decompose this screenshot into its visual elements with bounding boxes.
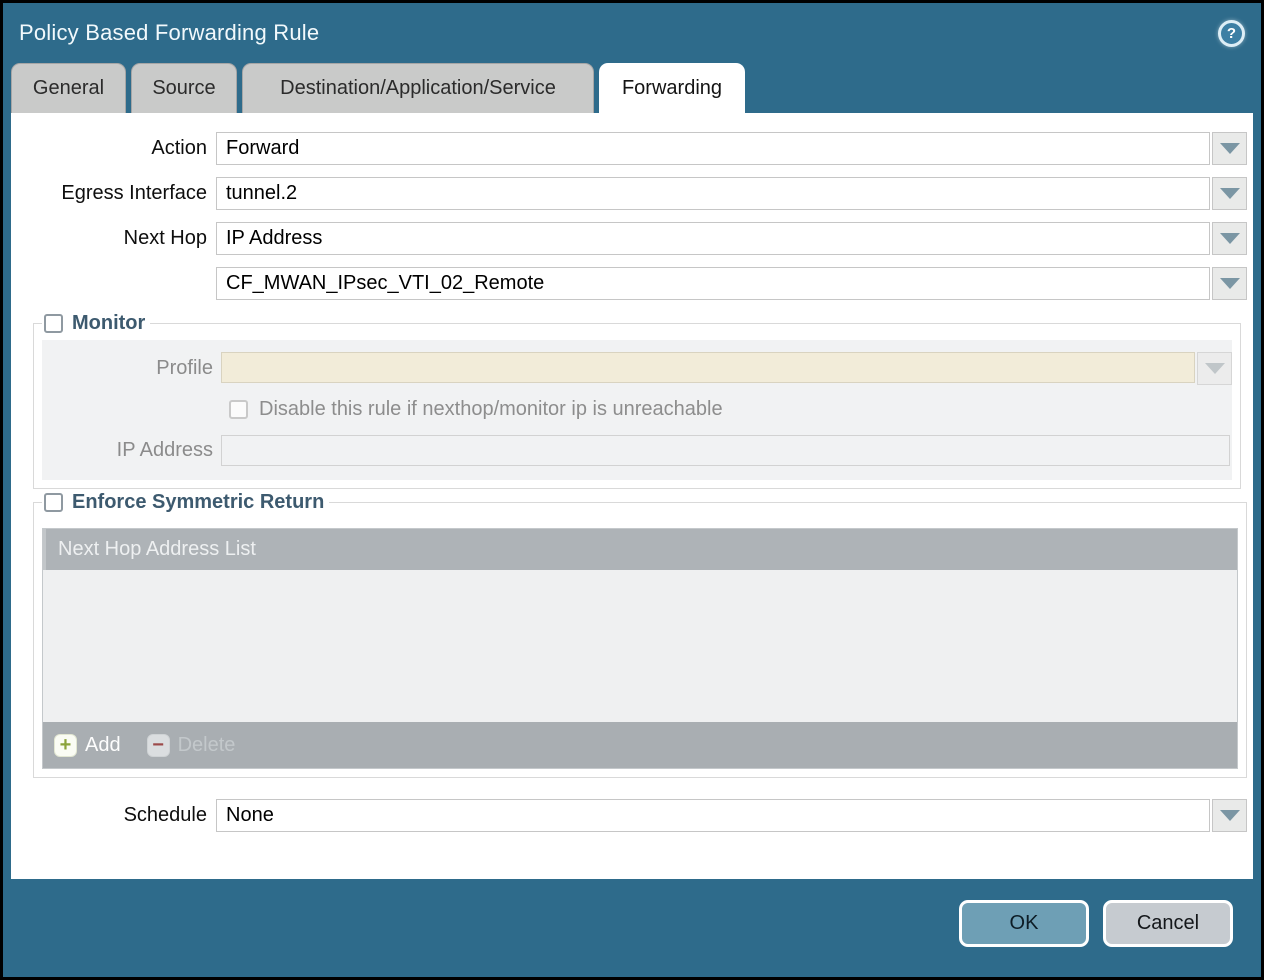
profile-label: Profile — [42, 357, 221, 380]
symmetric-return-section: Enforce Symmetric Return Next Hop Addres… — [33, 491, 1247, 778]
monitor-ip-address-input — [221, 435, 1230, 466]
schedule-label: Schedule — [11, 804, 216, 827]
tab-forwarding[interactable]: Forwarding — [599, 63, 745, 113]
egress-interface-dropdown: tunnel.2 — [216, 177, 1247, 210]
chevron-down-icon — [1220, 810, 1240, 821]
monitor-title: Monitor — [72, 312, 145, 335]
plus-icon: + — [54, 734, 77, 757]
monitor-legend: Monitor — [42, 312, 150, 335]
monitor-ip-address-label: IP Address — [42, 439, 221, 462]
egress-interface-label: Egress Interface — [11, 182, 216, 205]
schedule-row: Schedule None — [11, 799, 1253, 832]
pbf-rule-dialog: { "window": { "title": "Policy Based For… — [0, 0, 1264, 980]
egress-interface-value[interactable]: tunnel.2 — [216, 177, 1210, 210]
next-hop-type-dropdown-button[interactable] — [1212, 222, 1247, 255]
help-icon[interactable]: ? — [1218, 20, 1245, 47]
chevron-down-icon — [1220, 143, 1240, 154]
schedule-dropdown-button[interactable] — [1212, 799, 1247, 832]
chevron-down-icon — [1220, 233, 1240, 244]
table-toolbar: + Add − Delete — [43, 722, 1237, 768]
delete-button-label: Delete — [178, 734, 236, 757]
profile-value — [221, 352, 1195, 383]
chevron-down-icon — [1220, 188, 1240, 199]
next-hop-label: Next Hop — [11, 227, 216, 250]
next-hop-address-value[interactable]: CF_MWAN_IPsec_VTI_02_Remote — [216, 267, 1210, 300]
egress-interface-dropdown-button[interactable] — [1212, 177, 1247, 210]
egress-interface-row: Egress Interface tunnel.2 — [11, 177, 1253, 210]
tab-source[interactable]: Source — [131, 63, 237, 113]
monitor-checkbox[interactable] — [44, 314, 63, 333]
action-dropdown: Forward — [216, 132, 1247, 165]
profile-row: Profile — [42, 352, 1232, 385]
next-hop-address-list-table: Next Hop Address List + Add − Delete — [42, 528, 1238, 769]
schedule-dropdown: None — [216, 799, 1247, 832]
monitor-panel: Profile Disable this rule if nexthop/mon… — [42, 340, 1232, 480]
next-hop-address-row: CF_MWAN_IPsec_VTI_02_Remote — [11, 267, 1253, 300]
disable-rule-label: Disable this rule if nexthop/monitor ip … — [259, 398, 723, 421]
tab-general[interactable]: General — [11, 63, 126, 113]
add-button-label: Add — [85, 734, 121, 757]
dialog-titlebar: Policy Based Forwarding Rule ? — [3, 3, 1261, 63]
disable-rule-checkbox — [229, 400, 248, 419]
next-hop-type-dropdown: IP Address — [216, 222, 1247, 255]
forwarding-tab-panel: Action Forward Egress Interface tunnel.2… — [11, 113, 1253, 879]
profile-dropdown — [221, 352, 1232, 385]
action-row: Action Forward — [11, 132, 1253, 165]
next-hop-address-dropdown-button[interactable] — [1212, 267, 1247, 300]
profile-dropdown-button — [1197, 352, 1232, 385]
action-value[interactable]: Forward — [216, 132, 1210, 165]
symmetric-return-title: Enforce Symmetric Return — [72, 491, 324, 514]
delete-button: − Delete — [147, 734, 236, 757]
tab-bar: General Source Destination/Application/S… — [11, 63, 1261, 113]
symmetric-return-checkbox[interactable] — [44, 493, 63, 512]
next-hop-address-list-header: Next Hop Address List — [43, 529, 1237, 570]
action-dropdown-button[interactable] — [1212, 132, 1247, 165]
dialog-footer: OK Cancel — [3, 879, 1261, 968]
action-label: Action — [11, 137, 216, 160]
symmetric-return-legend: Enforce Symmetric Return — [42, 491, 329, 514]
disable-rule-row: Disable this rule if nexthop/monitor ip … — [229, 398, 1232, 421]
minus-icon: − — [147, 734, 170, 757]
chevron-down-icon — [1205, 363, 1225, 374]
ok-button[interactable]: OK — [959, 900, 1089, 947]
next-hop-row: Next Hop IP Address — [11, 222, 1253, 255]
dialog-title: Policy Based Forwarding Rule — [19, 20, 319, 46]
next-hop-type-value[interactable]: IP Address — [216, 222, 1210, 255]
cancel-button[interactable]: Cancel — [1103, 900, 1233, 947]
monitor-section: Monitor Profile Disable this rule if nex… — [33, 312, 1241, 489]
monitor-ip-address-row: IP Address — [42, 435, 1232, 466]
schedule-value[interactable]: None — [216, 799, 1210, 832]
next-hop-address-dropdown: CF_MWAN_IPsec_VTI_02_Remote — [216, 267, 1247, 300]
next-hop-address-list-body[interactable] — [43, 570, 1237, 722]
chevron-down-icon — [1220, 278, 1240, 289]
tab-destination-application-service[interactable]: Destination/Application/Service — [242, 63, 594, 113]
add-button[interactable]: + Add — [54, 734, 121, 757]
